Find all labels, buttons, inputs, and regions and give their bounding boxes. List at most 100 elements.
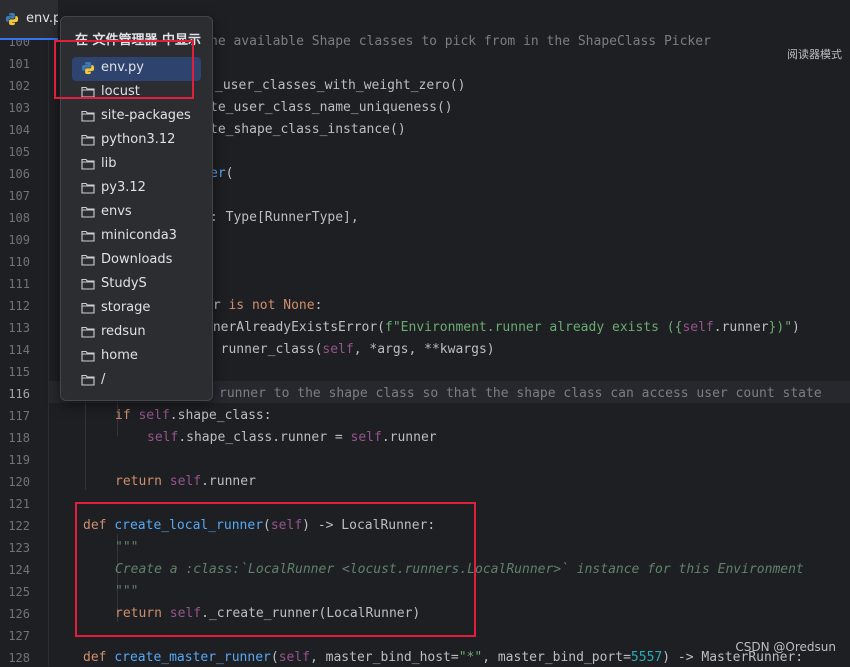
code-token: .runner [201, 474, 256, 489]
popup-item[interactable]: StudyS [72, 273, 201, 297]
code-token: self [169, 474, 202, 489]
folder-icon [81, 110, 95, 122]
code-token: .runner [713, 320, 769, 335]
folder-icon [81, 326, 95, 338]
code-token: = runner_class( [205, 342, 323, 357]
code-line[interactable]: te_user_class_name_uniqueness() [210, 99, 453, 117]
line-number: 108 [8, 211, 30, 225]
line-number: 127 [8, 629, 30, 643]
popup-item[interactable]: miniconda3 [72, 225, 201, 249]
popup-item-label: py3.12 [101, 180, 146, 195]
popup-item[interactable]: python3.12 [72, 129, 201, 153]
line-number: 113 [8, 321, 30, 335]
line-number: 103 [8, 101, 30, 115]
line-number: 101 [8, 57, 30, 71]
code-token: "*" [458, 650, 483, 665]
line-number: 117 [8, 409, 30, 423]
popup-item-label: envs [101, 204, 132, 219]
popup-item[interactable]: redsun [72, 321, 201, 345]
popup-item-label: Downloads [101, 252, 173, 267]
code-token: he available Shape classes to pick from … [210, 34, 711, 49]
code-line[interactable]: he available Shape classes to pick from … [210, 33, 711, 51]
line-number: 122 [8, 519, 30, 533]
code-line[interactable]: er( [210, 165, 233, 183]
code-token: self [322, 342, 354, 357]
line-number-gutter: 100 101 102 103 104 105 106 107 108 109 110 111 112 1… [0, 0, 48, 666]
code-line[interactable]: = runner_class(self, *args, **kwargs) [205, 341, 495, 359]
line-number: 114 [8, 343, 30, 357]
line-number: 105 [8, 145, 30, 159]
line-number: 112 [8, 299, 30, 313]
tab-label: env.py [26, 11, 58, 26]
code-line[interactable]: nnerAlreadyExistsError(f"Environment.run… [205, 319, 800, 337]
popup-item-label: lib [101, 156, 117, 171]
code-token: self [278, 650, 310, 665]
line-number: 110 [8, 255, 30, 269]
code-line[interactable]: runner to the shape class so that the sh… [219, 385, 822, 403]
popup-item-label: python3.12 [101, 132, 176, 147]
line-number: 123 [8, 541, 30, 555]
code-line[interactable]: self.shape_class.runner = self.runner [147, 429, 437, 447]
editor-tab-env-py[interactable]: env.py [0, 0, 58, 40]
line-number: 121 [8, 497, 30, 511]
popup-item[interactable]: envs [72, 201, 201, 225]
line-number: 111 [8, 277, 30, 291]
code-line[interactable]: return self.runner [115, 473, 256, 491]
folder-icon [81, 350, 95, 362]
gutter-separator [48, 0, 49, 666]
popup-item[interactable]: storage [72, 297, 201, 321]
popup-item-label: / [101, 372, 106, 387]
code-token: create_master_runner [114, 650, 271, 665]
popup-item-label: redsun [101, 324, 146, 339]
line-number: 119 [8, 453, 30, 467]
python-file-icon [5, 12, 19, 26]
code-token: 5557 [630, 650, 663, 665]
line-number: 118 [8, 431, 30, 445]
popup-item[interactable]: py3.12 [72, 177, 201, 201]
code-token: te_shape_class_instance() [210, 122, 406, 137]
code-token: : Type[RunnerType], [210, 210, 359, 225]
code-token: f"Environment.runner already exists ({ [385, 320, 683, 335]
reader-mode-toggle[interactable]: 阅读器模式 [787, 46, 842, 62]
popup-item[interactable]: site-packages [72, 105, 201, 129]
popup-item-label: StudyS [101, 276, 147, 291]
folder-icon [81, 182, 95, 194]
indent-guide [85, 402, 86, 490]
code-line[interactable]: : Type[RunnerType], [210, 209, 359, 227]
code-token: })" [768, 320, 793, 335]
code-token: def [83, 650, 115, 665]
folder-icon [81, 134, 95, 146]
code-line[interactable]: def create_master_runner(self, master_bi… [83, 649, 803, 667]
line-number: 126 [8, 607, 30, 621]
code-line[interactable]: _user_classes_with_weight_zero() [215, 77, 465, 95]
code-token: return [115, 474, 170, 489]
folder-icon [81, 158, 95, 170]
popup-item[interactable]: home [72, 345, 201, 369]
code-token: , master_bind_host= [310, 650, 459, 665]
code-token: nnerAlreadyExistsError( [205, 320, 386, 335]
code-line[interactable]: te_shape_class_instance() [210, 121, 406, 139]
code-token: self [350, 430, 382, 445]
popup-item-label: site-packages [101, 108, 191, 123]
code-token: .shape_class.runner = [178, 430, 351, 445]
line-number: 109 [8, 233, 30, 247]
code-token: te_user_class_name_uniqueness() [210, 100, 453, 115]
code-token: ( [270, 650, 279, 665]
popup-item[interactable]: lib [72, 153, 201, 177]
folder-icon [81, 254, 95, 266]
code-token: , master_bind_port= [482, 650, 631, 665]
line-number: 107 [8, 189, 30, 203]
popup-item[interactable]: / [72, 369, 201, 393]
line-number: 124 [8, 563, 30, 577]
popup-item-label: miniconda3 [101, 228, 177, 243]
folder-icon [81, 206, 95, 218]
code-line[interactable]: er is not None: [205, 297, 322, 315]
line-number: 128 [8, 651, 30, 665]
popup-item[interactable]: Downloads [72, 249, 201, 273]
line-number: 116 [8, 387, 30, 401]
code-token: is not None [228, 298, 315, 313]
annotation-highlight-box [54, 40, 194, 99]
code-token: : [314, 298, 323, 313]
code-line[interactable]: if self.shape_class: [115, 407, 272, 425]
code-token: .runner [381, 430, 437, 445]
